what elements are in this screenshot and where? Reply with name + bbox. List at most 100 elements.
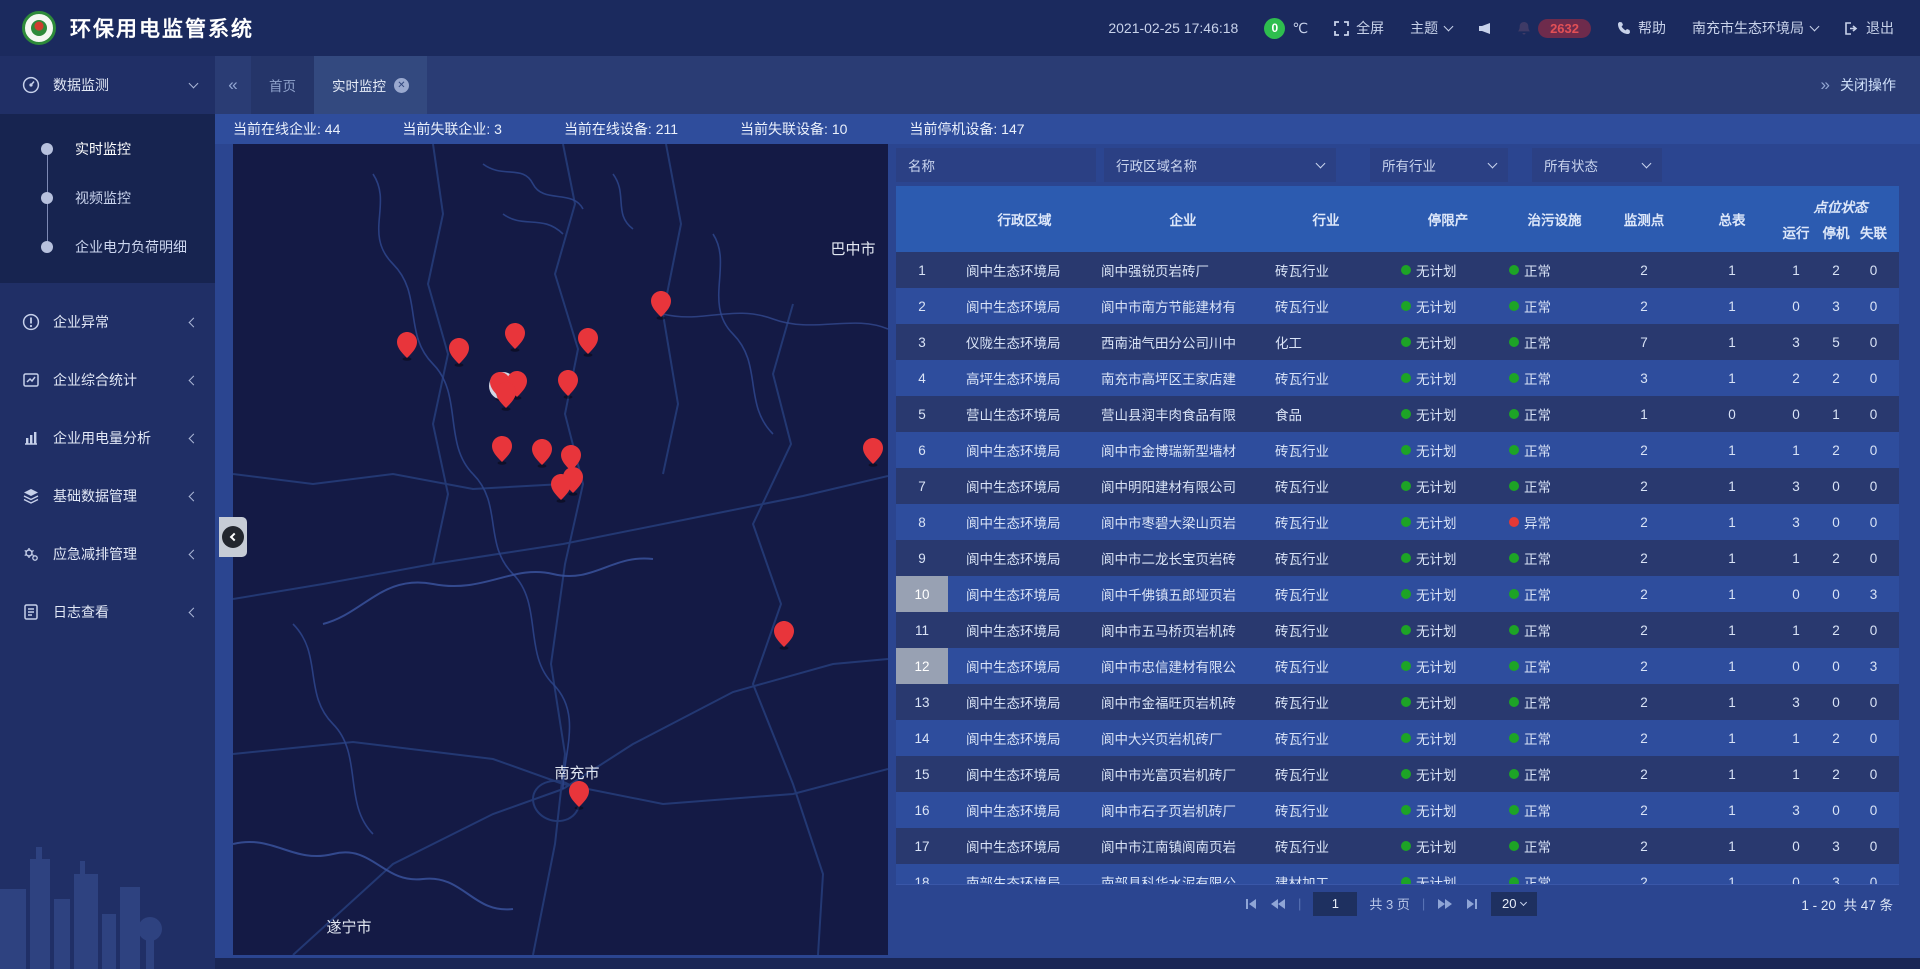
cell-facility-status: 正常	[1495, 396, 1600, 432]
map-pin-icon[interactable]	[505, 323, 525, 352]
table-row[interactable]: 15阆中生态环境局阆中市光富页岩机砖厂砖瓦行业无计划正常21120	[896, 756, 1899, 792]
table-row[interactable]: 5营山生态环境局营山县润丰肉食品有限食品无计划正常10010	[896, 396, 1899, 432]
map-pin-icon[interactable]	[532, 439, 552, 468]
tab-close-icon[interactable]: ✕	[394, 78, 409, 93]
table-row[interactable]: 11阆中生态环境局阆中市五马桥页岩机砖砖瓦行业无计划正常21120	[896, 612, 1899, 648]
cell-industry: 砖瓦行业	[1265, 828, 1377, 864]
chevron-left-icon	[189, 317, 199, 327]
table-row[interactable]: 6阆中生态环境局阆中市金博瑞新型墙材砖瓦行业无计划正常21120	[896, 432, 1899, 468]
status-dot-icon	[1401, 769, 1411, 779]
tab-active[interactable]: 实时监控✕	[314, 56, 427, 114]
app-logo-icon	[22, 11, 56, 45]
map-panel[interactable]: 巴中市南充市遂宁市	[233, 144, 888, 955]
cell-company: 阆中市光富页岩机砖厂	[1083, 756, 1265, 792]
first-page-button[interactable]	[1244, 898, 1258, 910]
cell-points: 2	[1600, 792, 1688, 828]
table-row[interactable]: 8阆中生态环境局阆中市枣碧大梁山页岩砖瓦行业无计划异常21300	[896, 504, 1899, 540]
sidebar-item-emergency-reduction[interactable]: 应急减排管理	[0, 525, 215, 583]
map-pin-icon[interactable]	[863, 438, 883, 467]
map-pin-icon[interactable]	[449, 338, 469, 367]
cell-meters: 1	[1688, 792, 1776, 828]
page-size-select[interactable]: 20	[1491, 892, 1537, 916]
row-index: 17	[896, 828, 948, 864]
notifications-button[interactable]: 2632	[1517, 19, 1591, 38]
close-operations-button[interactable]: 关闭操作	[1840, 75, 1896, 95]
cell-run: 1	[1776, 432, 1816, 468]
sidebar-subitem[interactable]: 视频监控	[0, 173, 215, 222]
cell-run: 2	[1776, 360, 1816, 396]
sidebar-item-power-analysis[interactable]: 企业用电量分析	[0, 409, 215, 467]
sidebar-subitem[interactable]: 实时监控	[0, 124, 215, 173]
map-pin-icon[interactable]	[578, 328, 598, 357]
table-row[interactable]: 17阆中生态环境局阆中市江南镇阆南页岩砖瓦行业无计划正常21030	[896, 828, 1899, 864]
help-button[interactable]: 帮助	[1617, 18, 1666, 38]
map-city-label: 巴中市	[830, 241, 875, 258]
cell-lost: 0	[1856, 828, 1891, 864]
mute-button[interactable]	[1478, 22, 1491, 35]
table-row[interactable]: 7阆中生态环境局阆中明阳建材有限公司砖瓦行业无计划正常21300	[896, 468, 1899, 504]
cell-meters: 1	[1688, 576, 1776, 612]
sidebar-collapse-button[interactable]	[219, 517, 247, 557]
tab-scroll-right-button[interactable]: »	[1821, 75, 1830, 95]
table-row[interactable]: 3仪陇生态环境局西南油气田分公司川中化工无计划正常71350	[896, 324, 1899, 360]
status-dot-icon	[1401, 697, 1411, 707]
name-search-input[interactable]: 名称	[896, 148, 1096, 182]
cell-lost: 0	[1856, 324, 1891, 360]
cell-lost: 0	[1856, 612, 1891, 648]
map-pin-icon[interactable]	[397, 332, 417, 361]
cell-company: 阆中强锐页岩砖厂	[1083, 252, 1265, 288]
sidebar-subitem[interactable]: 企业电力负荷明细	[0, 222, 215, 271]
last-page-button[interactable]	[1465, 898, 1479, 910]
sidebar-item-log-view[interactable]: 日志查看	[0, 583, 215, 641]
map-pin-icon[interactable]	[551, 474, 571, 503]
cell-industry: 砖瓦行业	[1265, 720, 1377, 756]
cell-company: 阆中市金福旺页岩机砖	[1083, 684, 1265, 720]
table-row[interactable]: 2阆中生态环境局阆中市南方节能建材有砖瓦行业无计划正常21030	[896, 288, 1899, 324]
table-row[interactable]: 9阆中生态环境局阆中市二龙长宝页岩砖砖瓦行业无计划正常21120	[896, 540, 1899, 576]
cell-region: 阆中生态环境局	[948, 612, 1083, 648]
status-dot-icon	[1509, 553, 1519, 563]
table-row[interactable]: 12阆中生态环境局阆中市忠信建材有限公砖瓦行业无计划正常21003	[896, 648, 1899, 684]
sidebar-item-base-data[interactable]: 基础数据管理	[0, 467, 215, 525]
map-pin-icon[interactable]	[492, 436, 512, 465]
sidebar-item-data-monitor[interactable]: 数据监测	[0, 56, 215, 114]
map-pin-icon[interactable]	[774, 621, 794, 650]
row-index: 5	[896, 396, 948, 432]
table-row[interactable]: 13阆中生态环境局阆中市金福旺页岩机砖砖瓦行业无计划正常21300	[896, 684, 1899, 720]
status-dot-icon	[1401, 841, 1411, 851]
chevron-left-icon	[189, 549, 199, 559]
next-page-button[interactable]	[1437, 898, 1453, 910]
row-index: 8	[896, 504, 948, 540]
stat-item: 当前失联设备: 10	[740, 119, 847, 139]
user-org-dropdown[interactable]: 南充市生态环境局	[1692, 18, 1818, 38]
region-select[interactable]: 行政区域名称	[1104, 148, 1336, 182]
table-row[interactable]: 14阆中生态环境局阆中大兴页岩机砖厂砖瓦行业无计划正常21120	[896, 720, 1899, 756]
cell-meters: 1	[1688, 252, 1776, 288]
table-row[interactable]: 1阆中生态环境局阆中强锐页岩砖厂砖瓦行业无计划正常21120	[896, 252, 1899, 288]
table-row[interactable]: 16阆中生态环境局阆中市石子页岩机砖厂砖瓦行业无计划正常21300	[896, 792, 1899, 828]
cell-stop: 0	[1816, 684, 1856, 720]
sidebar-item-enterprise-statistics[interactable]: 企业综合统计	[0, 351, 215, 409]
tab-inactive[interactable]: 首页	[251, 56, 314, 114]
tab-scroll-left-button[interactable]: «	[215, 75, 251, 95]
cell-region: 阆中生态环境局	[948, 828, 1083, 864]
sidebar-nav: 数据监测实时监控视频监控企业电力负荷明细企业异常企业综合统计企业用电量分析基础数…	[0, 56, 215, 969]
map-pin-icon[interactable]	[496, 382, 516, 411]
speaker-icon	[1478, 22, 1491, 35]
monitor-panel: 名称 行政区域名称 所有行业 所有状态 行政区域 企业 行业 停限产 治污设施 …	[896, 144, 1914, 925]
industry-select[interactable]: 所有行业	[1370, 148, 1508, 182]
table-row[interactable]: 18南部生态环境局南部县科华水泥有限公建材加工无计划正常21030	[896, 864, 1899, 884]
sidebar-item-enterprise-abnormal[interactable]: 企业异常	[0, 293, 215, 351]
map-pin-icon[interactable]	[569, 781, 589, 810]
fullscreen-button[interactable]: 全屏	[1334, 18, 1384, 38]
status-select[interactable]: 所有状态	[1532, 148, 1662, 182]
table-row[interactable]: 10阆中生态环境局阆中千佛镇五郎垭页岩砖瓦行业无计划正常21003	[896, 576, 1899, 612]
page-number-input[interactable]: 1	[1313, 892, 1357, 916]
map-pin-icon[interactable]	[558, 370, 578, 399]
logout-button[interactable]: 退出	[1844, 18, 1894, 38]
col-points: 监测点	[1600, 186, 1688, 252]
status-dot-icon	[1509, 589, 1519, 599]
theme-dropdown[interactable]: 主题	[1410, 18, 1452, 38]
prev-page-button[interactable]	[1270, 898, 1286, 910]
table-row[interactable]: 4高坪生态环境局南充市高坪区王家店建砖瓦行业无计划正常31220	[896, 360, 1899, 396]
